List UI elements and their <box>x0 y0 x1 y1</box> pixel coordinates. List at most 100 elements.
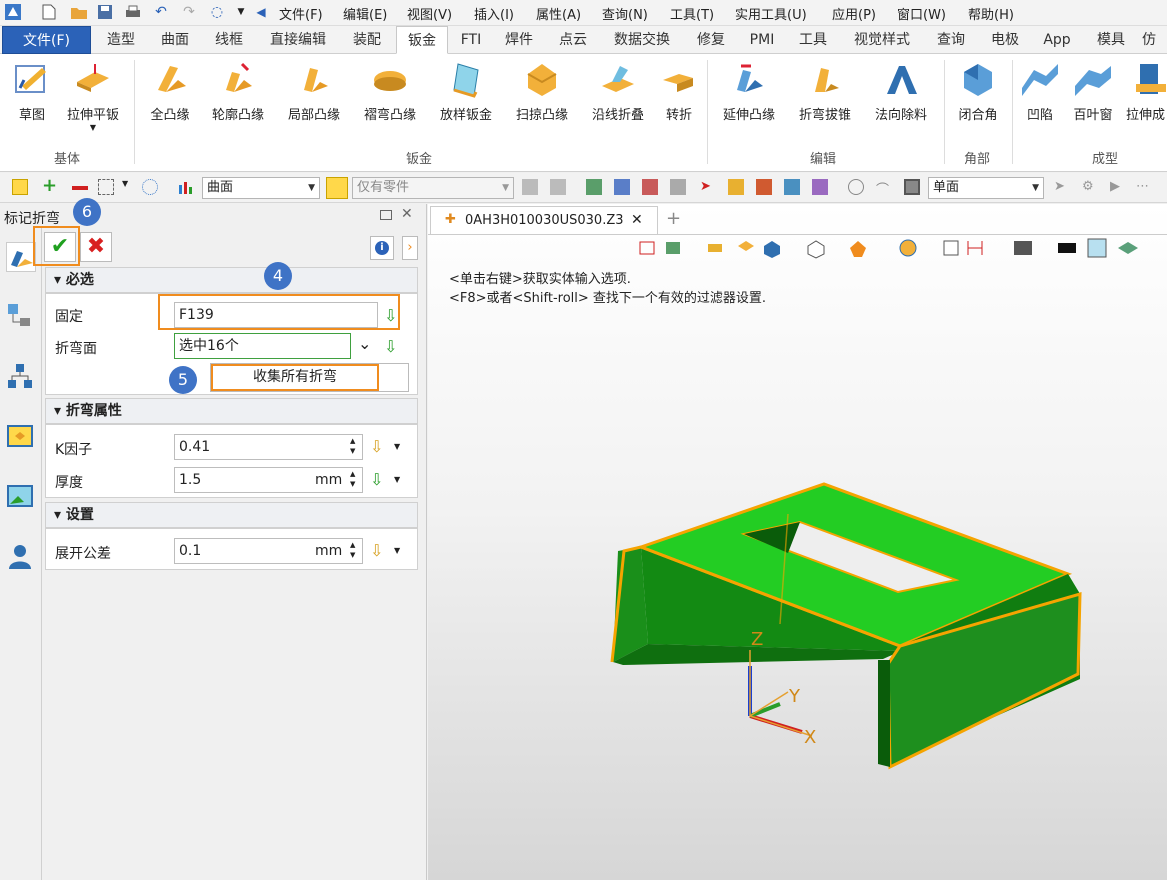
tool-icon[interactable] <box>642 179 658 195</box>
normal-cut-button[interactable]: 法向除料 <box>866 60 936 123</box>
3d-viewport[interactable]: ✚ 0AH3H010030US030.Z3 ✕ + <单击右键>获取实体输入选项… <box>428 204 1167 880</box>
tool-icon[interactable] <box>756 179 772 195</box>
menu-application[interactable]: 应用(P) <box>832 4 876 23</box>
quick-access-dropdown-icon[interactable]: ▼ <box>232 3 250 21</box>
tool-icon[interactable]: ⌒ <box>876 179 892 198</box>
app-logo-icon[interactable] <box>4 3 22 21</box>
spinner-icon[interactable]: ▲ ▼ <box>350 469 355 489</box>
undo-icon[interactable]: ↶ <box>152 3 170 21</box>
back-arrow-icon[interactable]: ◀ <box>252 3 270 21</box>
menu-file[interactable]: 文件(F) <box>279 4 323 23</box>
tool-icon[interactable] <box>586 179 602 195</box>
tab-data-exchange[interactable]: 数据交换 <box>602 26 682 54</box>
refresh-icon[interactable]: ◌ <box>208 3 226 21</box>
gear-icon[interactable]: ⚙ <box>1082 179 1098 195</box>
full-flange-button[interactable]: 全凸缘 <box>142 60 198 123</box>
fold-along-line-button[interactable]: 沿线折叠 <box>584 60 652 123</box>
tab-visual-style[interactable]: 视觉样式 <box>842 26 922 54</box>
tab-surface[interactable]: 曲面 <box>150 26 200 54</box>
select-cursor-icon[interactable] <box>12 179 28 195</box>
louver-button[interactable]: 百叶窗 <box>1068 60 1118 123</box>
menu-help[interactable]: 帮助(H) <box>968 4 1014 23</box>
menu-window[interactable]: 窗口(W) <box>897 4 946 23</box>
sketch-button[interactable]: 草图 <box>8 60 56 123</box>
part-model[interactable] <box>428 204 1167 880</box>
spinner-icon[interactable]: ▲ ▼ <box>350 540 355 560</box>
spinner-icon[interactable]: ▲ ▼ <box>350 436 355 456</box>
hem-flange-button[interactable]: 褶弯凸缘 <box>356 60 424 123</box>
menu-attribute[interactable]: 属性(A) <box>536 4 581 23</box>
new-file-icon[interactable] <box>40 3 58 21</box>
tool-icon[interactable]: ⋯ <box>1136 179 1152 195</box>
tab-repair[interactable]: 修复 <box>686 26 736 54</box>
partial-flange-button[interactable]: 局部凸缘 <box>280 60 348 123</box>
closed-corner-button[interactable]: 闭合角 <box>950 60 1006 123</box>
tool-icon[interactable] <box>670 179 686 195</box>
tab-pmi[interactable]: PMI <box>740 26 784 54</box>
tab-assembly[interactable]: 装配 <box>342 26 392 54</box>
menu-view[interactable]: 视图(V) <box>407 4 452 23</box>
panel-restore-icon[interactable] <box>380 210 392 220</box>
tool-icon[interactable] <box>522 179 538 195</box>
cursor-icon[interactable]: ➤ <box>1054 179 1070 195</box>
tab-weldment[interactable]: 焊件 <box>494 26 544 54</box>
redo-icon[interactable]: ↷ <box>180 3 198 21</box>
lasso-select-icon[interactable] <box>142 179 158 195</box>
remove-icon[interactable] <box>72 186 88 190</box>
history-tree-icon[interactable] <box>6 302 36 332</box>
section-settings[interactable]: ▾ 设置 <box>45 502 418 528</box>
tool-icon[interactable] <box>550 179 566 195</box>
pick-filter-icon[interactable] <box>326 177 348 199</box>
extrude-form-button[interactable]: 拉伸成 <box>1126 60 1167 123</box>
tab-file[interactable]: 文件(F) <box>2 26 91 54</box>
play-icon[interactable]: ▶ <box>1110 179 1126 195</box>
section-required[interactable]: ▾ 必选 <box>45 267 418 293</box>
tool-icon[interactable] <box>784 179 800 195</box>
menu-edit[interactable]: 编辑(E) <box>343 4 387 23</box>
filter-icon[interactable] <box>178 179 194 195</box>
cursor-icon[interactable]: ➤ <box>700 179 716 195</box>
add-icon[interactable]: + <box>42 177 58 195</box>
k-factor-input[interactable]: 0.41 <box>174 434 363 460</box>
user-icon[interactable] <box>6 542 36 572</box>
save-icon[interactable] <box>96 3 114 21</box>
info-button[interactable]: i <box>370 236 394 260</box>
sheet-metal-tab-icon[interactable] <box>6 242 36 272</box>
tool-icon[interactable] <box>812 179 828 195</box>
section-bend-properties[interactable]: ▾ 折弯属性 <box>45 398 418 424</box>
expand-list-icon[interactable]: ⌄ <box>358 334 371 353</box>
tool-icon[interactable] <box>614 179 630 195</box>
lofted-sheet-button[interactable]: 放样钣金 <box>432 60 500 123</box>
filter-combo[interactable]: 曲面 ▼ <box>202 177 320 199</box>
assembly-tree-icon[interactable] <box>6 362 36 392</box>
pick-arrow-icon[interactable]: ⇩ <box>370 437 383 456</box>
expand-panel-icon[interactable]: › <box>402 236 418 260</box>
tool-icon[interactable] <box>848 179 864 195</box>
menu-query[interactable]: 查询(N) <box>602 4 648 23</box>
tab-electrode[interactable]: 电极 <box>980 26 1030 54</box>
tool-icon[interactable] <box>728 179 744 195</box>
cancel-button[interactable]: ✖ <box>80 232 112 262</box>
tab-modeling[interactable]: 造型 <box>96 26 146 54</box>
tab-fti[interactable]: FTI <box>452 26 490 54</box>
open-folder-icon[interactable] <box>70 3 88 21</box>
panel-close-icon[interactable]: ✕ <box>401 206 413 222</box>
chevron-down-icon[interactable]: ▼ <box>394 442 400 451</box>
dimple-button[interactable]: 凹陷 <box>1018 60 1062 123</box>
box-select-dropdown-icon[interactable]: ▼ <box>122 179 138 195</box>
extend-flange-button[interactable]: 延伸凸缘 <box>714 60 784 123</box>
menu-insert[interactable]: 插入(I) <box>474 4 514 23</box>
tab-simulation[interactable]: 仿 <box>1142 26 1167 54</box>
chevron-down-icon[interactable]: ▼ <box>394 475 400 484</box>
tool-icon[interactable] <box>904 179 920 195</box>
tab-point-cloud[interactable]: 点云 <box>548 26 598 54</box>
bend-draft-button[interactable]: 折弯拔锥 <box>790 60 860 123</box>
resource-library-icon[interactable] <box>6 422 36 452</box>
box-select-icon[interactable] <box>98 179 114 195</box>
tab-tools[interactable]: 工具 <box>788 26 838 54</box>
extrude-plate-dropdown-icon[interactable]: ▼ <box>60 123 126 132</box>
bend-face-input[interactable]: 选中16个 <box>174 333 351 359</box>
face-filter-combo[interactable]: 单面 ▼ <box>928 177 1044 199</box>
contour-flange-button[interactable]: 轮廓凸缘 <box>204 60 272 123</box>
pick-arrow-icon[interactable]: ⇩ <box>370 541 383 560</box>
